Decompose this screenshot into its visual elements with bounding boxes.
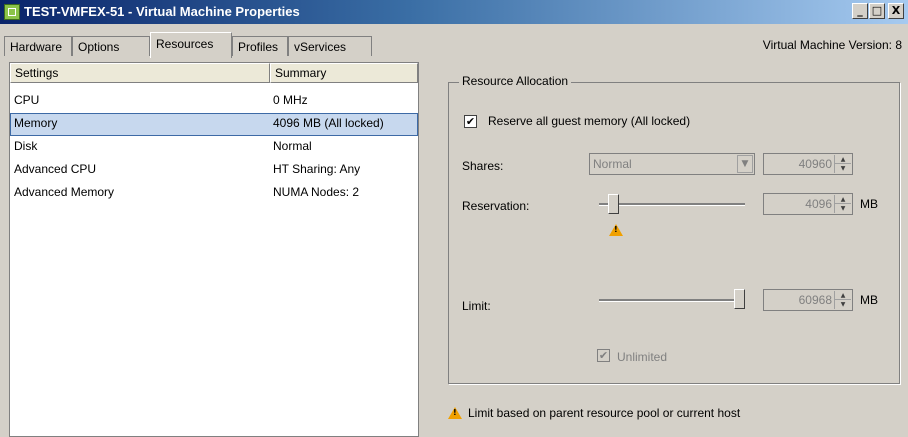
settings-row-advanced-cpu[interactable]: Advanced CPU HT Sharing: Any	[10, 159, 418, 182]
unlimited-checkbox[interactable]: ✔	[597, 349, 610, 362]
setting-name: Memory	[14, 116, 58, 130]
reservation-value: 4096	[805, 197, 832, 211]
settings-row-cpu[interactable]: CPU 0 MHz	[10, 90, 418, 113]
setting-name: Advanced CPU	[14, 162, 97, 176]
limit-spinner[interactable]: 60968 ▲ ▼	[763, 289, 853, 311]
window-title: TEST-VMFEX-51 - Virtual Machine Properti…	[24, 4, 300, 19]
resource-panel: Resource Allocation ✔ Reserve all guest …	[430, 62, 908, 437]
resource-allocation-legend: Resource Allocation	[459, 74, 572, 88]
shares-select[interactable]: Normal ▼	[589, 153, 755, 175]
settings-row-advanced-memory[interactable]: Advanced Memory NUMA Nodes: 2	[10, 182, 418, 205]
limit-footnote: Limit based on parent resource pool or c…	[468, 406, 741, 420]
setting-summary: Normal	[273, 139, 312, 153]
setting-name: Advanced Memory	[14, 185, 115, 199]
settings-row-memory[interactable]: Memory 4096 MB (All locked)	[10, 113, 418, 136]
reservation-slider-thumb[interactable]	[608, 194, 619, 214]
reserve-all-memory-checkbox[interactable]: ✔	[464, 115, 477, 128]
setting-summary: NUMA Nodes: 2	[273, 185, 360, 199]
limit-value: 60968	[798, 293, 832, 307]
title-bar[interactable]: TEST-VMFEX-51 - Virtual Machine Properti…	[0, 0, 908, 24]
column-header-settings[interactable]: Settings	[10, 63, 270, 83]
tab-profiles[interactable]: Profiles	[232, 36, 288, 56]
setting-summary: HT Sharing: Any	[273, 162, 361, 176]
limit-unit: MB	[860, 293, 878, 307]
maximize-button[interactable]: □	[869, 3, 885, 19]
shares-label: Shares:	[462, 159, 504, 173]
reservation-label: Reservation:	[462, 199, 530, 213]
shares-number-spinner[interactable]: 40960 ▲ ▼	[763, 153, 853, 175]
spinner-buttons[interactable]: ▲ ▼	[834, 155, 851, 173]
setting-name: Disk	[14, 139, 38, 153]
settings-row-disk[interactable]: Disk Normal	[10, 136, 418, 159]
setting-name: CPU	[14, 93, 40, 107]
tab-vservices[interactable]: vServices	[288, 36, 372, 56]
limit-slider-thumb[interactable]	[734, 289, 745, 309]
tab-bar: Hardware Options Resources Profiles vSer…	[0, 24, 908, 62]
vm-version-label: Virtual Machine Version: 8	[762, 38, 902, 52]
column-header-summary[interactable]: Summary	[270, 63, 418, 83]
minimize-button[interactable]: _	[852, 3, 868, 19]
shares-number-value: 40960	[798, 157, 832, 171]
setting-summary: 0 MHz	[273, 93, 308, 107]
spinner-buttons[interactable]: ▲ ▼	[834, 291, 851, 309]
shares-select-value: Normal	[593, 157, 632, 171]
resource-allocation-group: Resource Allocation ✔ Reserve all guest …	[448, 74, 900, 384]
limit-slider-track[interactable]	[599, 299, 739, 302]
tab-hardware[interactable]: Hardware	[4, 36, 72, 56]
unlimited-label: Unlimited	[617, 350, 668, 364]
tab-resources[interactable]: Resources	[150, 32, 232, 58]
settings-list[interactable]: Settings Summary CPU 0 MHz Memory 4096 M…	[9, 62, 419, 437]
tab-options[interactable]: Options	[72, 36, 150, 56]
vm-properties-window: TEST-VMFEX-51 - Virtual Machine Properti…	[0, 0, 908, 437]
setting-summary: 4096 MB (All locked)	[273, 116, 384, 130]
reservation-slider-track[interactable]	[599, 203, 745, 206]
spinner-buttons[interactable]: ▲ ▼	[834, 195, 851, 213]
pane-splitter[interactable]	[419, 62, 429, 437]
limit-label: Limit:	[462, 299, 491, 313]
close-button[interactable]: X	[888, 3, 904, 19]
reservation-unit: MB	[860, 197, 878, 211]
vm-app-icon	[4, 4, 20, 20]
reserve-all-memory-label: Reserve all guest memory (All locked)	[488, 114, 691, 128]
reservation-warning-icon	[609, 224, 623, 236]
settings-list-header: Settings Summary	[10, 63, 418, 83]
reservation-spinner[interactable]: 4096 ▲ ▼	[763, 193, 853, 215]
chevron-down-icon[interactable]: ▼	[737, 155, 753, 173]
warning-icon	[448, 407, 462, 419]
